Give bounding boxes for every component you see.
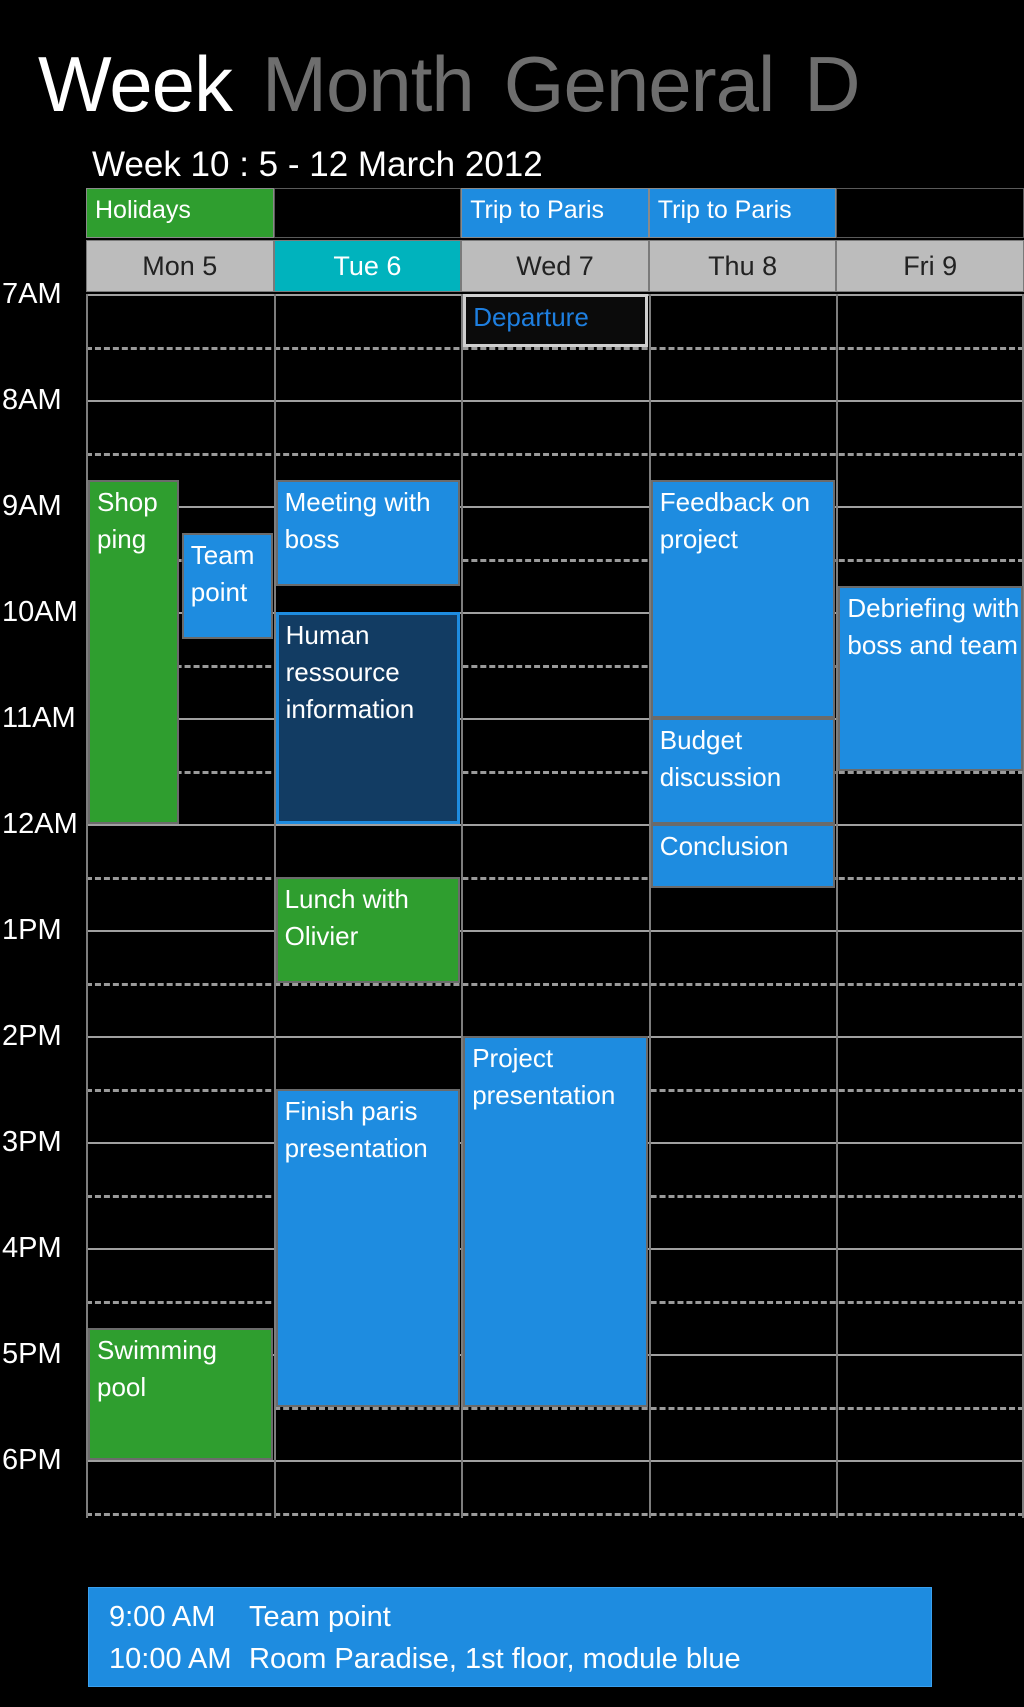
hour-label: 1PM	[2, 914, 62, 946]
calendar-event[interactable]: Finish paris presentation	[275, 1089, 461, 1407]
half-hour-gridline	[86, 983, 1024, 986]
event-detail-line: 9:00 AM Team point	[109, 1596, 931, 1638]
calendar-event[interactable]: Team point	[181, 532, 273, 639]
calendar-event-title: Budget discussion	[659, 725, 782, 792]
hour-label: 4PM	[2, 1232, 62, 1264]
event-detail-bar[interactable]: 9:00 AM Team point 10:00 AM Room Paradise, …	[88, 1587, 932, 1687]
calendar-event[interactable]: Lunch with Olivier	[275, 877, 461, 983]
calendar-event[interactable]: Feedback on project	[650, 479, 836, 718]
all-day-event[interactable]: Trip to Paris	[461, 188, 649, 238]
half-hour-gridline	[86, 347, 1024, 350]
calendar-event[interactable]: Conclusion	[650, 824, 836, 888]
all-day-events-row: Holidays Trip to Paris Trip to Paris	[86, 188, 1024, 238]
grid-canvas[interactable]: Shop ping Team point Swimming pool Meeting …	[86, 294, 1024, 1518]
all-day-cell-empty	[273, 188, 462, 238]
day-header-fri[interactable]: Fri 9	[836, 240, 1024, 292]
view-tab-bar: Week Month General D	[0, 36, 1024, 132]
calendar-event-title: Lunch with Olivier	[284, 884, 409, 951]
calendar-event-title: Meeting with boss	[284, 486, 431, 554]
hour-gridline	[86, 824, 1024, 826]
calendar-event-title: Team point	[190, 539, 255, 607]
hour-label: 10AM	[2, 596, 78, 628]
hour-label: 3PM	[2, 1126, 62, 1158]
calendar-event-title: Debriefing with boss and team	[847, 592, 1020, 660]
calendar-event-title: Feedback on project	[659, 486, 811, 554]
hour-gridline	[86, 930, 1024, 932]
hour-label: 6PM	[2, 1444, 62, 1476]
calendar-event[interactable]: Shop ping	[88, 479, 179, 824]
day-column-divider	[836, 294, 839, 1518]
calendar-event-title: Human ressource information	[285, 620, 415, 724]
hour-gridline	[86, 506, 1024, 508]
all-day-event-label: Holidays	[95, 196, 191, 224]
event-detail-text: Team point	[249, 1601, 391, 1633]
all-day-event-label	[837, 189, 1023, 193]
day-column-divider	[648, 294, 651, 1518]
calendar-event[interactable]: Budget discussion	[650, 718, 836, 824]
week-range-title: Week 10 : 5 - 12 March 2012	[92, 145, 543, 184]
hour-gridline	[86, 400, 1024, 402]
hour-label: 7AM	[2, 278, 62, 310]
hour-label: 11AM	[2, 702, 76, 734]
half-hour-gridline	[86, 453, 1024, 456]
all-day-event[interactable]: Trip to Paris	[648, 188, 837, 238]
all-day-event[interactable]: Holidays	[86, 188, 274, 238]
calendar-event-title: Finish paris presentation	[284, 1096, 428, 1163]
hour-label: 9AM	[2, 490, 62, 522]
day-header-mon[interactable]: Mon 5	[86, 240, 274, 292]
calendar-event[interactable]: Meeting with boss	[275, 479, 461, 586]
hour-label: 2PM	[2, 1020, 62, 1052]
event-detail-text: Room Paradise, 1st floor, module blue	[249, 1643, 741, 1675]
all-day-cell-empty	[836, 188, 1024, 238]
view-tab-week[interactable]: Week	[38, 36, 233, 132]
half-hour-gridline	[86, 877, 1024, 880]
hour-label: 12AM	[2, 808, 78, 840]
calendar-event-title: Departure	[473, 302, 589, 332]
view-tab-general[interactable]: General	[504, 36, 775, 132]
day-header-tue[interactable]: Tue 6	[273, 240, 462, 292]
calendar-event-title: Project presentation	[472, 1043, 616, 1110]
calendar-event-title: Conclusion	[659, 831, 789, 861]
hour-gridline	[86, 1460, 1024, 1462]
event-detail-time: 9:00 AM	[109, 1601, 216, 1633]
day-header-row: Mon 5 Tue 6 Wed 7 Thu 8 Fri 9	[86, 240, 1024, 292]
calendar-event[interactable]: Project presentation	[463, 1036, 648, 1407]
calendar-event-title: Swimming pool	[97, 1334, 217, 1402]
day-header-thu[interactable]: Thu 8	[648, 240, 837, 292]
event-detail-time: 10:00 AM	[109, 1643, 232, 1675]
view-tab-month[interactable]: Month	[262, 36, 475, 132]
all-day-event-label: Trip to Paris	[657, 196, 792, 224]
half-hour-gridline	[86, 1513, 1024, 1516]
all-day-event-label	[275, 189, 461, 193]
calendar-event-title: Shop ping	[97, 486, 158, 554]
week-calendar: Holidays Trip to Paris Trip to Paris Mon 5…	[0, 188, 1024, 1518]
day-header-wed[interactable]: Wed 7	[461, 240, 649, 292]
time-grid: Shop ping Team point Swimming pool Meeting …	[0, 279, 1024, 1518]
half-hour-gridline	[86, 771, 1024, 774]
view-tab-d[interactable]: D	[804, 36, 860, 132]
calendar-event[interactable]: Debriefing with boss and team	[838, 585, 1023, 771]
all-day-event-label: Trip to Paris	[470, 196, 605, 224]
calendar-event[interactable]: Departure	[463, 294, 648, 347]
hour-label: 5PM	[2, 1338, 62, 1370]
calendar-event[interactable]: Swimming pool	[88, 1327, 273, 1460]
calendar-event[interactable]: Human ressource information	[275, 612, 461, 824]
hour-label: 8AM	[2, 384, 62, 416]
event-detail-line: 10:00 AM Room Paradise, 1st floor, module…	[109, 1638, 931, 1680]
